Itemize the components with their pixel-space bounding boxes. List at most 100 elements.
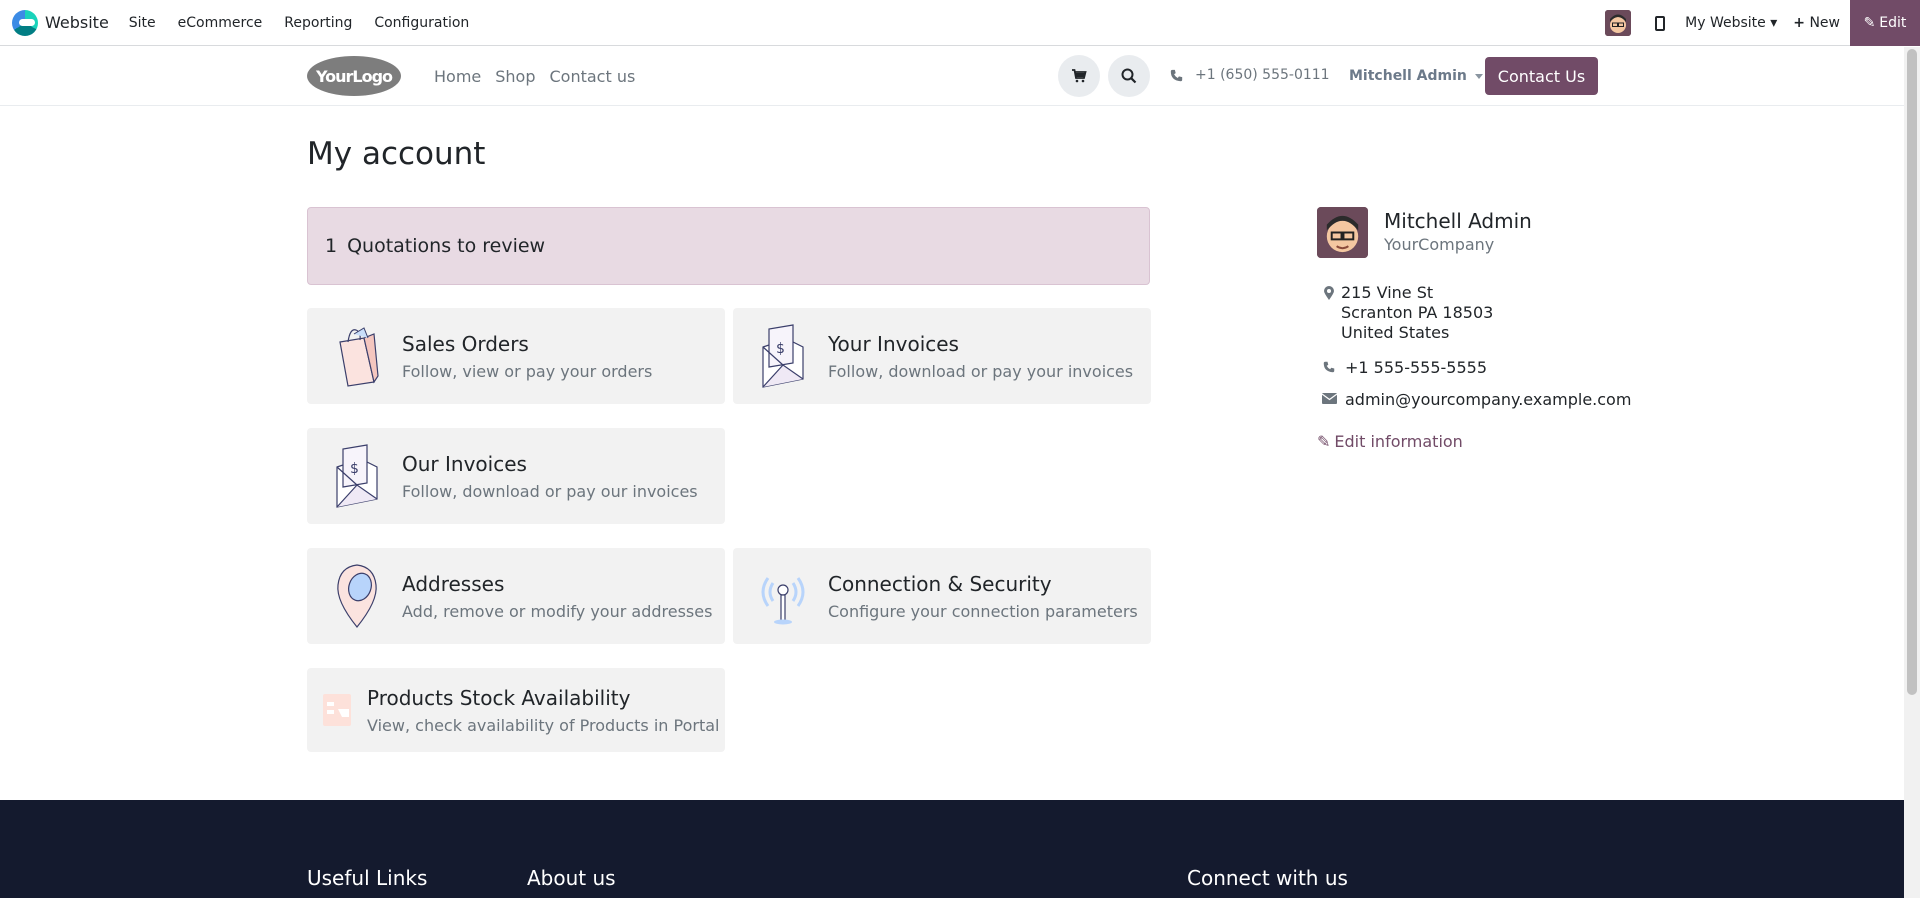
page-scrollbar[interactable] [1904, 47, 1920, 898]
website-switcher[interactable]: My Website ▾ [1685, 15, 1777, 31]
pencil-icon: ✎ [1863, 15, 1876, 31]
odoo-top-bar: Website Site eCommerce Reporting Configu… [0, 0, 1920, 46]
phone-icon [1170, 69, 1183, 81]
card-our-invoices[interactable]: $ Our Invoices Follow, download or pay o… [307, 428, 725, 524]
profile-name: Mitchell Admin [1384, 209, 1532, 233]
profile-email-address: admin@yourcompany.example.com [1345, 390, 1632, 409]
card-desc: Follow, download or pay your invoices [828, 361, 1134, 381]
phone-icon [1317, 358, 1341, 377]
card-title: Our Invoices [402, 451, 527, 476]
plus-icon: + [1793, 15, 1805, 31]
search-icon [1121, 68, 1137, 84]
card-sales-orders[interactable]: Sales Orders Follow, view or pay your or… [307, 308, 725, 404]
card-title: Your Invoices [828, 331, 959, 356]
caret-down-icon [1474, 73, 1483, 79]
card-text: Our Invoices Follow, download or pay our… [402, 452, 698, 501]
cart-icon [1072, 69, 1087, 83]
card-text: Connection & Security Configure your con… [828, 572, 1138, 621]
edit-information-link[interactable]: ✎ Edit information [1317, 432, 1463, 451]
profile-email: admin@yourcompany.example.com [1317, 390, 1631, 409]
card-desc: Configure your connection parameters [828, 601, 1138, 621]
card-your-invoices[interactable]: $ Your Invoices Follow, download or pay … [733, 308, 1151, 404]
header-phone-number: +1 (650) 555-0111 [1195, 67, 1330, 83]
card-desc: Add, remove or modify your addresses [402, 601, 713, 621]
card-products-stock[interactable]: Products Stock Availability View, check … [307, 668, 725, 752]
nav-shop[interactable]: Shop [495, 67, 535, 86]
card-text: Your Invoices Follow, download or pay yo… [828, 332, 1133, 381]
card-addresses[interactable]: Addresses Add, remove or modify your add… [307, 548, 725, 644]
alert-count: 1 [325, 235, 338, 257]
card-text: Addresses Add, remove or modify your add… [402, 572, 712, 621]
card-desc: View, check availability of Products in … [367, 715, 720, 735]
menu-ecommerce[interactable]: eCommerce [167, 15, 274, 31]
search-button[interactable] [1108, 55, 1150, 97]
edit-information-label: Edit information [1334, 432, 1463, 451]
avatar-face-icon [1605, 10, 1632, 36]
odoo-logo-icon [12, 9, 38, 36]
site-logo[interactable]: YourLogo [307, 56, 401, 96]
top-bar-right: My Website ▾ + New ✎ Edit [1605, 0, 1920, 46]
edit-button[interactable]: ✎ Edit [1850, 0, 1920, 46]
profile-avatar [1317, 207, 1368, 258]
profile-phone-number: +1 555-555-5555 [1345, 358, 1488, 377]
app-name: Website [45, 13, 109, 32]
card-title: Sales Orders [402, 331, 529, 356]
user-avatar[interactable] [1605, 10, 1632, 36]
contact-us-button[interactable]: Contact Us [1485, 57, 1598, 95]
new-button[interactable]: + New [1793, 15, 1840, 31]
pencil-icon: ✎ [1317, 432, 1331, 451]
nav-contact-us[interactable]: Contact us [550, 67, 636, 86]
menu-configuration[interactable]: Configuration [363, 15, 480, 31]
site-nav: Home Shop Contact us [434, 67, 649, 86]
card-text: Products Stock Availability View, check … [367, 686, 719, 735]
stock-icon [321, 676, 353, 744]
website-switcher-label: My Website [1685, 15, 1766, 31]
user-menu-label: Mitchell Admin [1349, 68, 1467, 84]
new-button-label: New [1809, 15, 1840, 31]
card-text: Sales Orders Follow, view or pay your or… [402, 332, 652, 381]
caret-down-icon: ▾ [1770, 15, 1778, 31]
user-menu[interactable]: Mitchell Admin [1349, 68, 1483, 84]
edit-button-label: Edit [1879, 15, 1907, 31]
envelope-icon [1317, 390, 1341, 409]
invoice-envelope-icon: $ [327, 442, 387, 510]
card-connection-security[interactable]: Connection & Security Configure your con… [733, 548, 1151, 644]
quotations-alert[interactable]: 1 Quotations to review [307, 207, 1150, 285]
footer-useful-links: Useful Links [307, 866, 428, 890]
menu-site[interactable]: Site [118, 15, 167, 31]
card-desc: Follow, download or pay our invoices [402, 481, 698, 501]
shopping-bag-icon [327, 322, 387, 390]
address-line: United States [1341, 323, 1450, 342]
mobile-preview-icon[interactable] [1655, 15, 1666, 31]
card-desc: Follow, view or pay your orders [402, 361, 653, 381]
header-phone[interactable]: +1 (650) 555-0111 [1170, 67, 1330, 83]
profile-address: 215 Vine St Scranton PA 18503 United Sta… [1317, 283, 1493, 343]
address-line: Scranton PA 18503 [1341, 303, 1494, 322]
footer-connect: Connect with us [1187, 866, 1348, 890]
avatar-face-icon [1317, 207, 1368, 258]
nav-home[interactable]: Home [434, 67, 481, 86]
address-line: 215 Vine St [1341, 283, 1434, 302]
map-marker-icon [1317, 283, 1341, 343]
profile-phone: +1 555-555-5555 [1317, 358, 1487, 377]
page-title: My account [307, 136, 486, 172]
top-menu: Site eCommerce Reporting Configuration [118, 15, 481, 31]
svg-text:$: $ [350, 461, 359, 477]
cart-button[interactable] [1058, 55, 1100, 97]
scrollbar-thumb[interactable] [1907, 49, 1917, 695]
svg-text:$: $ [776, 341, 785, 357]
card-title: Connection & Security [828, 571, 1052, 596]
invoice-envelope-icon: $ [753, 322, 813, 390]
map-pin-icon [327, 562, 387, 630]
address-block: 215 Vine St Scranton PA 18503 United Sta… [1341, 283, 1493, 343]
profile-company: YourCompany [1384, 235, 1495, 254]
menu-reporting[interactable]: Reporting [273, 15, 363, 31]
site-footer: Useful Links About us Connect with us [0, 800, 1904, 898]
website-header: YourLogo Home Shop Contact us +1 (650) 5… [0, 47, 1904, 106]
card-title: Products Stock Availability [367, 685, 631, 710]
antenna-icon [753, 562, 813, 630]
app-switcher[interactable]: Website [12, 9, 109, 36]
footer-about-us: About us [527, 866, 616, 890]
alert-label: Quotations to review [347, 235, 546, 257]
card-title: Addresses [402, 571, 505, 596]
